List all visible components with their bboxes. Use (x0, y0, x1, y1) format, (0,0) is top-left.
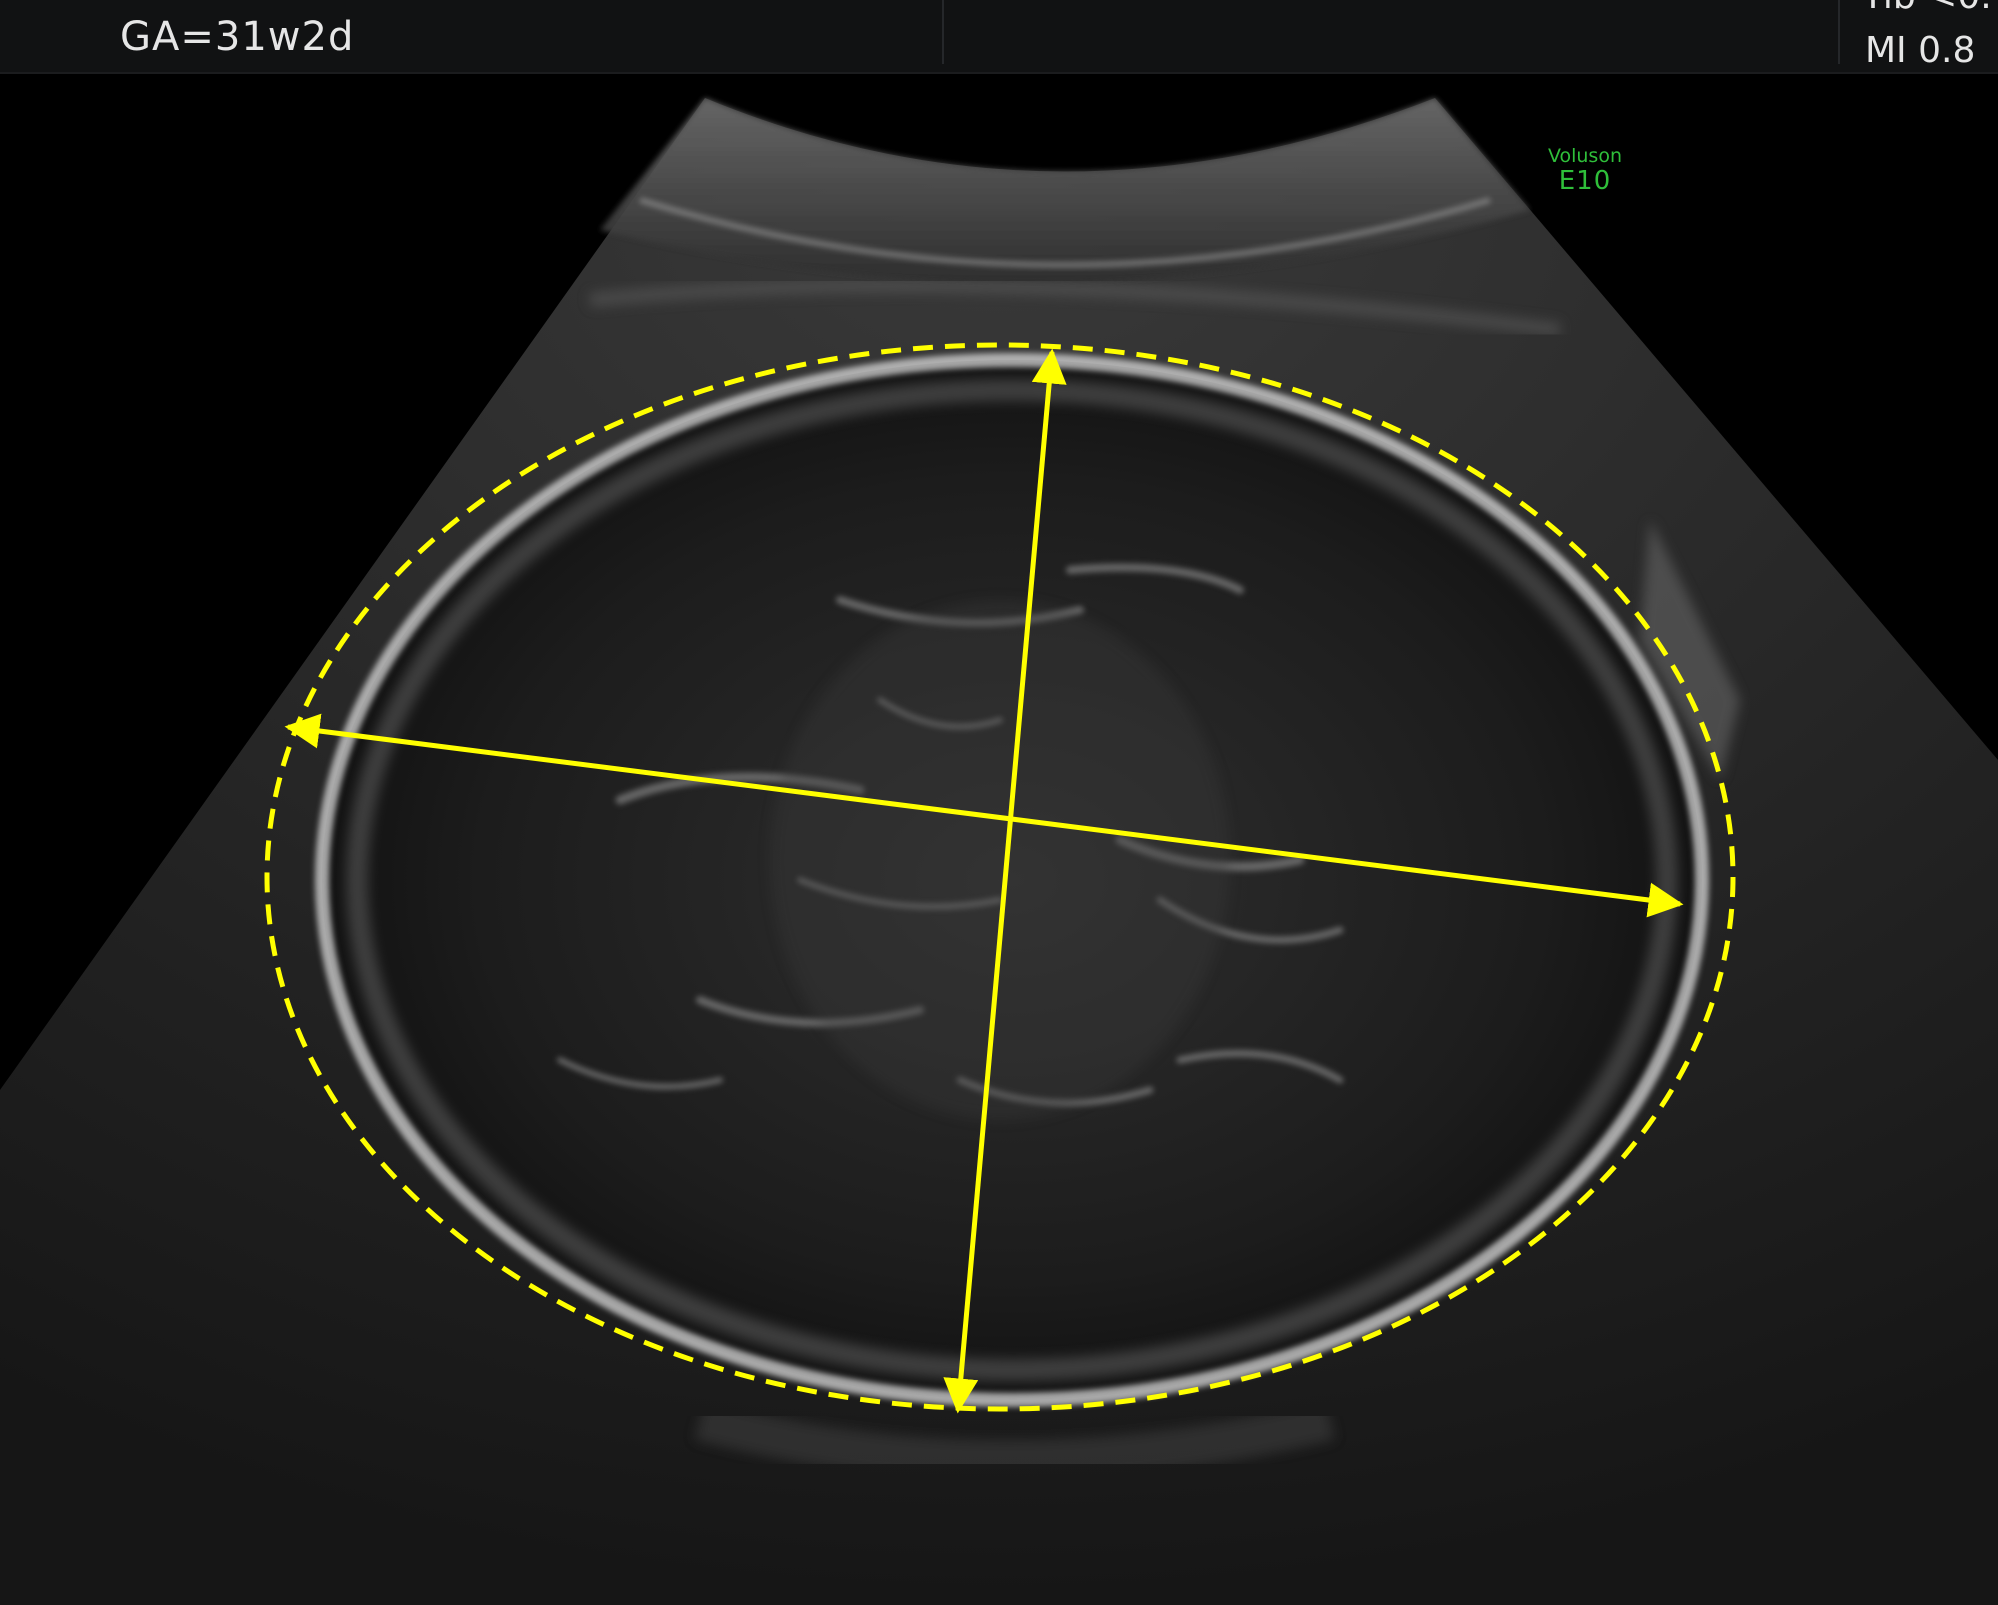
ultrasound-scan-area (0, 98, 1998, 1605)
device-brand-label: Voluson E10 (1520, 146, 1650, 195)
brain-midline-region (770, 600, 1230, 1120)
brand-model: E10 (1558, 165, 1612, 196)
brand-name: Voluson (1547, 145, 1623, 167)
